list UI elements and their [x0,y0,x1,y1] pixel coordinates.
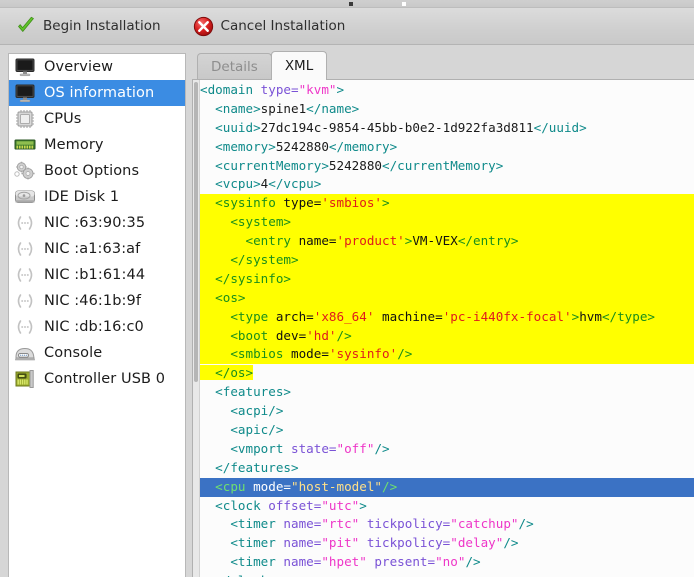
sidebar-item-label: Boot Options [44,163,139,179]
sidebar-item-memory[interactable]: Memory [9,132,185,158]
xml-line[interactable]: <timer name="hpet" present="no"/> [200,553,694,572]
gears-icon [13,160,37,182]
cpu-chip-icon [13,108,37,130]
sidebar-item-nic-46-1b-9f[interactable]: NIC :46:1b:9f [9,288,185,314]
virt-install-window: Begin Installation Cancel Installati [0,0,694,577]
window-title-strip [0,0,694,8]
sidebar-item-label: Memory [44,137,104,153]
tab-details[interactable]: Details [197,53,272,80]
xml-line[interactable]: <cpu mode="host-model"/> [200,478,694,497]
begin-installation-label: Begin Installation [43,18,161,34]
sidebar-item-nic-63-90-35[interactable]: NIC :63:90:35 [9,210,185,236]
sidebar-item-ide-disk-1[interactable]: IDE Disk 1 [9,184,185,210]
xml-line[interactable]: <type arch='x86_64' machine='pc-i440fx-f… [200,308,694,327]
xml-line[interactable]: <smbios mode='sysinfo'/> [200,345,694,364]
network-icon [13,212,37,234]
xml-line[interactable]: <vcpu>4</vcpu> [200,175,694,194]
sidebar-item-label: OS information [44,85,154,101]
xml-line[interactable]: <sysinfo type='smbios'> [200,194,694,213]
harddisk-icon [13,186,37,208]
sidebar-item-label: NIC :db:16:c0 [44,319,144,335]
network-icon [13,290,37,312]
detail-pane: DetailsXML <domain type="kvm"> <name>spi… [186,45,694,577]
sidebar-item-nic-a1-63-af[interactable]: NIC :a1:63:af [9,236,185,262]
green-check-icon [16,16,36,36]
sidebar-item-overview[interactable]: Overview [9,54,185,80]
tab-xml[interactable]: XML [271,51,327,80]
begin-installation-button[interactable]: Begin Installation [8,13,169,39]
sidebar-item-label: NIC :46:1b:9f [44,293,141,309]
usb-card-icon [13,368,37,390]
xml-line[interactable]: <boot dev='hd'/> [200,327,694,346]
sidebar-item-label: Overview [44,59,113,75]
xml-line[interactable]: <os> [200,289,694,308]
xml-line[interactable]: </sysinfo> [200,270,694,289]
cancel-installation-label: Cancel Installation [221,18,346,34]
xml-line[interactable]: <apic/> [200,421,694,440]
sidebar-item-console[interactable]: Console [9,340,185,366]
sidebar-item-label: Controller USB 0 [44,371,165,387]
xml-line[interactable]: <vmport state="off"/> [200,440,694,459]
xml-scrollbar-thumb[interactable] [194,82,198,382]
console-icon [13,342,37,364]
xml-line[interactable]: <uuid>27dc194c-9854-45bb-b0e2-1d922fa3d8… [200,119,694,138]
sidebar-item-boot-options[interactable]: Boot Options [9,158,185,184]
xml-line[interactable]: <clock offset="utc"> [200,497,694,516]
sidebar-item-nic-b1-61-44[interactable]: NIC :b1:61:44 [9,262,185,288]
xml-line[interactable]: <name>spine1</name> [200,100,694,119]
sidebar-item-nic-db-16-c0[interactable]: NIC :db:16:c0 [9,314,185,340]
network-icon [13,316,37,338]
xml-line[interactable]: <acpi/> [200,402,694,421]
monitor-icon [13,56,37,78]
sidebar-item-label: Console [44,345,102,361]
title-dot-2 [402,2,406,6]
xml-line[interactable]: </features> [200,459,694,478]
xml-vertical-scrollbar[interactable] [193,80,200,577]
detail-tabs[interactable]: DetailsXML [192,53,694,80]
xml-line[interactable]: <system> [200,213,694,232]
xml-source-text[interactable]: <domain type="kvm"> <name>spine1</name> … [200,80,694,577]
xml-line[interactable]: <currentMemory>5242880</currentMemory> [200,157,694,176]
xml-line[interactable]: <domain type="kvm"> [200,81,694,100]
sidebar-item-controller-usb-0[interactable]: Controller USB 0 [9,366,185,392]
xml-line[interactable]: </os> [200,364,694,383]
sidebar-item-label: NIC :a1:63:af [44,241,140,257]
memory-ram-icon [13,134,37,156]
xml-line[interactable]: <features> [200,383,694,402]
sidebar-container: Overview OS information CPUs Memory Boot Opt… [0,45,186,577]
xml-editor[interactable]: <domain type="kvm"> <name>spine1</name> … [192,79,694,577]
sidebar-item-label: IDE Disk 1 [44,189,119,205]
sidebar-item-label: NIC :b1:61:44 [44,267,145,283]
sidebar-item-label: NIC :63:90:35 [44,215,145,231]
cancel-installation-button[interactable]: Cancel Installation [185,13,354,40]
network-icon [13,238,37,260]
title-dot-1 [349,2,353,6]
sidebar-item-label: CPUs [44,111,81,127]
xml-line[interactable]: </clock> [200,572,694,577]
xml-line[interactable]: <entry name='product'>VM-VEX</entry> [200,232,694,251]
xml-line[interactable]: <timer name="pit" tickpolicy="delay"/> [200,534,694,553]
main-toolbar: Begin Installation Cancel Installati [0,8,694,45]
xml-line[interactable]: </system> [200,251,694,270]
xml-line[interactable]: <timer name="rtc" tickpolicy="catchup"/> [200,515,694,534]
window-body: Overview OS information CPUs Memory Boot Opt… [0,45,694,577]
xml-line[interactable]: <memory>5242880</memory> [200,138,694,157]
network-icon [13,264,37,286]
sidebar-item-os-information[interactable]: OS information [9,80,185,106]
monitor-icon [13,82,37,104]
sidebar-item-cpus[interactable]: CPUs [9,106,185,132]
red-x-circle-icon [193,16,214,37]
hardware-sidebar-list[interactable]: Overview OS information CPUs Memory Boot Opt… [8,53,186,577]
